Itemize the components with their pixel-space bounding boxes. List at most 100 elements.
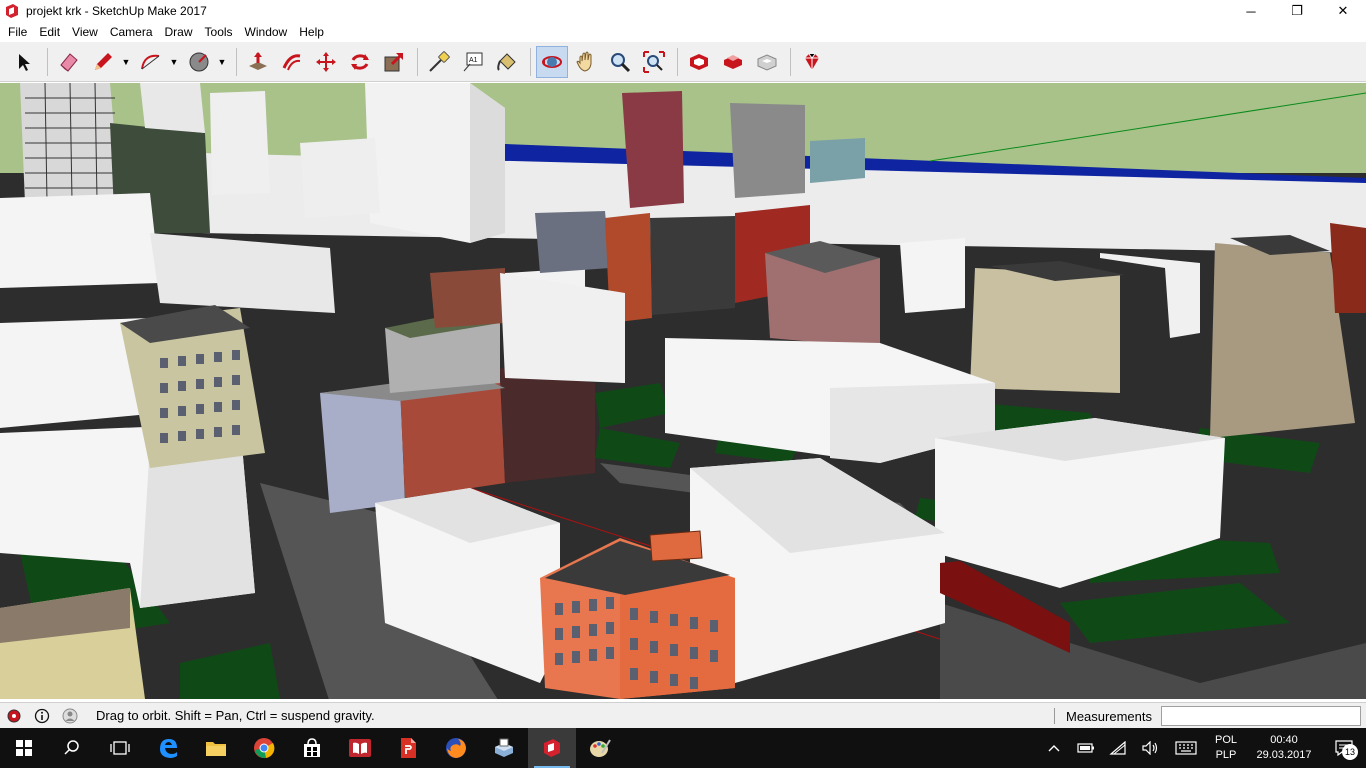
volume-button[interactable] [1134, 728, 1166, 768]
paint-app[interactable] [576, 728, 624, 768]
white-tower [210, 91, 270, 195]
extension-manager-tool-button[interactable] [796, 46, 828, 78]
svg-text:A1: A1 [469, 57, 478, 64]
menu-camera[interactable]: Camera [104, 22, 159, 42]
maximize-button[interactable]: ❐ [1274, 0, 1320, 22]
select-tool-button[interactable] [8, 46, 40, 78]
layout-tool-button[interactable] [751, 46, 783, 78]
dark-checker-block-top [140, 83, 205, 133]
eraser-icon [60, 52, 78, 72]
text-label-icon: A1 [463, 52, 483, 71]
rotate-tool-button[interactable] [344, 46, 376, 78]
notification-count-badge: 13 [1342, 744, 1358, 760]
start-button[interactable] [0, 728, 48, 768]
zoom-extents-tool-button[interactable] [638, 46, 670, 78]
menu-help[interactable]: Help [293, 22, 330, 42]
battery-icon [1077, 743, 1094, 753]
zoom-tool-button[interactable] [604, 46, 636, 78]
move-tool-button[interactable] [310, 46, 342, 78]
clock[interactable]: 00:40 29.03.2017 [1246, 733, 1322, 763]
toolbar-separator [530, 47, 531, 76]
model-viewport[interactable] [0, 83, 1366, 699]
menu-view[interactable]: View [66, 22, 104, 42]
pencil-dropdown-chevron-down-icon[interactable]: ▼ [121, 46, 131, 78]
speaker-icon [1142, 741, 1158, 755]
keyboard-layout-code: PLP [1215, 749, 1237, 761]
measurements-input[interactable] [1161, 706, 1361, 726]
scale-tool-button[interactable] [378, 46, 410, 78]
pencil-tool-button[interactable] [87, 46, 119, 78]
paint-bucket-icon [497, 52, 516, 71]
sketchup-icon [544, 739, 560, 757]
warehouse-tool-button[interactable] [683, 46, 715, 78]
network-button[interactable] [1102, 728, 1134, 768]
main-toolbar: ▼ ▼ ▼ A1 [0, 42, 1366, 82]
task-view-button[interactable] [96, 728, 144, 768]
orbit-icon [542, 55, 562, 68]
store-app[interactable] [288, 728, 336, 768]
text-tool-button[interactable]: A1 [457, 46, 489, 78]
close-button[interactable]: ✕ [1320, 0, 1366, 22]
shapes-dropdown-chevron-down-icon[interactable]: ▼ [217, 46, 227, 78]
minimize-button[interactable]: ─ [1228, 0, 1274, 22]
move-arrows-icon [316, 51, 336, 72]
pan-tool-button[interactable] [570, 46, 602, 78]
windows-taskbar: POL PLP 00:40 29.03.2017 13 [0, 728, 1366, 768]
show-hidden-icons-button[interactable] [1038, 728, 1070, 768]
grey-glass-building [535, 211, 610, 273]
battery-button[interactable] [1070, 728, 1102, 768]
scanner-app[interactable] [480, 728, 528, 768]
arc-dropdown-chevron-down-icon[interactable]: ▼ [169, 46, 179, 78]
offset-tool-button[interactable] [276, 46, 308, 78]
status-divider [1054, 708, 1055, 724]
touch-keyboard-button[interactable] [1166, 728, 1206, 768]
toolbar-separator [417, 47, 418, 76]
chrome-app[interactable] [240, 728, 288, 768]
city-model-scene[interactable] [0, 83, 1366, 699]
extension-warehouse-tool-button[interactable] [717, 46, 749, 78]
folder-icon [206, 742, 226, 756]
orbit-tool-button[interactable] [536, 45, 568, 78]
shapes-tool-button[interactable] [183, 46, 215, 78]
chevron-up-icon [1048, 745, 1060, 752]
menu-draw[interactable]: Draw [159, 22, 199, 42]
menu-tools[interactable]: Tools [199, 22, 239, 42]
sketchup-app[interactable] [528, 728, 576, 768]
tape-measure-tool-button[interactable] [423, 46, 455, 78]
pdf-app[interactable] [384, 728, 432, 768]
paint-bucket-tool-button[interactable] [491, 46, 523, 78]
task-view-icon [110, 741, 130, 755]
orange-roof-box [649, 530, 703, 562]
edge-app[interactable] [144, 728, 192, 768]
red-block-right [1330, 223, 1366, 313]
title-bar: projekt krk - SketchUp Make 2017 ─ ❐ ✕ [0, 0, 1366, 22]
brick-building-dark [500, 368, 595, 483]
menu-window[interactable]: Window [239, 22, 294, 42]
info-icon[interactable] [34, 708, 50, 724]
file-explorer-app[interactable] [192, 728, 240, 768]
eraser-tool-button[interactable] [53, 46, 85, 78]
system-tray: POL PLP 00:40 29.03.2017 13 [1038, 728, 1366, 768]
tape-measure-icon [429, 50, 450, 72]
extension-warehouse-icon [724, 54, 742, 69]
teal-building [810, 138, 865, 183]
search-button[interactable] [48, 728, 96, 768]
sketchup-app-icon [6, 4, 18, 18]
brick-building-blue [320, 383, 405, 513]
push-pull-tool-button[interactable] [242, 46, 274, 78]
reader-app[interactable] [336, 728, 384, 768]
input-language-indicator[interactable]: POL PLP [1206, 733, 1246, 763]
menu-edit[interactable]: Edit [33, 22, 66, 42]
user-account-icon[interactable] [62, 708, 78, 724]
status-bar: Drag to orbit. Shift = Pan, Ctrl = suspe… [0, 702, 1366, 728]
menu-file[interactable]: File [2, 22, 33, 42]
geo-location-icon[interactable] [6, 708, 22, 724]
white-office [900, 238, 965, 313]
arc-tool-button[interactable] [135, 46, 167, 78]
action-center-button[interactable]: 13 [1322, 728, 1366, 768]
language-code: POL [1214, 734, 1237, 746]
toolbar-separator [677, 47, 678, 76]
book-reader-icon [349, 739, 371, 757]
firefox-app[interactable] [432, 728, 480, 768]
dark-grid-building [650, 216, 735, 315]
